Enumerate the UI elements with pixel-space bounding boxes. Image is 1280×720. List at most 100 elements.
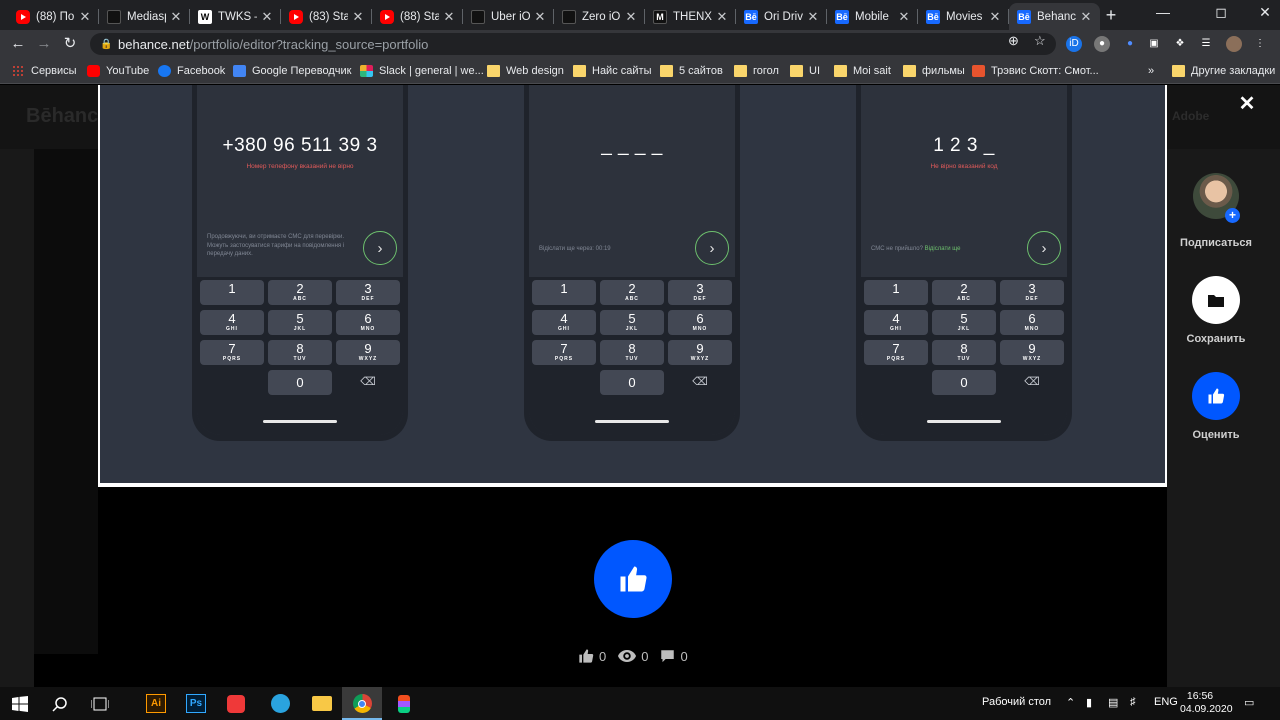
maximize-icon[interactable]: ◻ (1206, 4, 1236, 21)
key-0[interactable]: 0 (600, 370, 664, 395)
resend-link[interactable]: Відіслати ще (925, 246, 961, 252)
key-9[interactable]: 9 WXYZ (336, 340, 400, 365)
task-view-icon[interactable] (80, 687, 120, 720)
tab-5[interactable]: (88) Stay ✕ (372, 3, 463, 30)
key-3[interactable]: 3 DEF (1000, 280, 1064, 305)
close-tab-icon[interactable]: ✕ (989, 9, 1001, 25)
tab-10[interactable]: Bē Mobile ✕ (827, 3, 918, 30)
key-0[interactable]: 0 (932, 370, 996, 395)
key-7[interactable]: 7 PQRS (864, 340, 928, 365)
backspace-icon[interactable]: ⌫ (1000, 370, 1064, 395)
extension-icon-3[interactable]: ▣ (1146, 36, 1162, 52)
extension-icon-2[interactable]: ● (1122, 36, 1138, 52)
key-1[interactable]: 1 (200, 280, 264, 305)
tab-3[interactable]: W TWKS – ✕ (190, 3, 281, 30)
follow-plus-icon[interactable]: + (1225, 208, 1240, 223)
close-tab-icon[interactable]: ✕ (807, 9, 819, 25)
figma-icon[interactable] (384, 687, 424, 720)
globe-extension-icon[interactable]: ● (1094, 36, 1110, 52)
tab-9[interactable]: Bē Ori Drive ✕ (736, 3, 827, 30)
vivaldi-icon[interactable] (216, 687, 256, 720)
profile-avatar[interactable] (1226, 36, 1242, 52)
media-icon[interactable]: ☰ (1198, 36, 1214, 52)
tab-1[interactable]: (88) Пон ✕ (8, 3, 99, 30)
bookmark-1[interactable]: Сервисы (12, 63, 77, 79)
key-9[interactable]: 9 WXYZ (1000, 340, 1064, 365)
appreciate-label[interactable]: Оценить (1170, 429, 1262, 441)
tab-8[interactable]: M THENX ✕ (645, 3, 736, 30)
battery-icon[interactable]: ▮ (1086, 696, 1092, 709)
bookmark-12[interactable]: фильмы (903, 63, 965, 79)
key-1[interactable]: 1 (864, 280, 928, 305)
chevron-up-icon[interactable]: ⌃ (1066, 696, 1075, 709)
telegram-icon[interactable] (260, 687, 300, 720)
close-tab-icon[interactable]: ✕ (1080, 9, 1092, 25)
address-bar[interactable]: 🔒 behance.net/portfolio/editor?tracking_… (90, 33, 1056, 55)
puzzle-icon[interactable]: ❖ (1172, 36, 1188, 52)
key-6[interactable]: 6 MNO (1000, 310, 1064, 335)
save-button[interactable] (1192, 276, 1240, 324)
minimize-icon[interactable]: — (1148, 4, 1178, 20)
key-8[interactable]: 8 TUV (600, 340, 664, 365)
key-6[interactable]: 6 MNO (668, 310, 732, 335)
bookmark-5[interactable]: Slack | general | we... (360, 63, 484, 79)
photoshop-icon[interactable]: Ps (176, 687, 216, 720)
illustrator-icon[interactable]: Ai (136, 687, 176, 720)
key-2[interactable]: 2 ABC (600, 280, 664, 305)
windows-start-icon[interactable] (0, 687, 40, 720)
file-explorer-icon[interactable] (302, 687, 342, 720)
bookmark-8[interactable]: 5 сайтов (660, 63, 723, 79)
key-2[interactable]: 2 ABC (932, 280, 996, 305)
bookmark-7[interactable]: Найс сайты (573, 63, 651, 79)
bookmark-2[interactable]: YouTube (87, 63, 149, 79)
tab-12[interactable]: Bē Behance ✕ (1009, 3, 1100, 30)
tab-11[interactable]: Bē Movies ✕ (918, 3, 1009, 30)
bookmark-13[interactable]: Трэвис Скотт: Смот... (972, 63, 1099, 79)
bookmark-11[interactable]: Moi sait (834, 63, 891, 79)
bookmark-10[interactable]: UI (790, 63, 820, 79)
desktop-label[interactable]: Рабочий стол (982, 696, 1051, 708)
key-3[interactable]: 3 DEF (336, 280, 400, 305)
tab-4[interactable]: (83) Stay ✕ (281, 3, 372, 30)
reload-icon[interactable]: ↻ (60, 34, 80, 54)
tab-7[interactable]: Zero iOS ✕ (554, 3, 645, 30)
bookmarks-more[interactable]: » (1148, 63, 1154, 79)
close-tab-icon[interactable]: ✕ (716, 9, 728, 25)
next-arrow-button[interactable]: › (695, 231, 729, 265)
tab-6[interactable]: Uber iOS ✕ (463, 3, 554, 30)
key-4[interactable]: 4 GHI (864, 310, 928, 335)
menu-icon[interactable]: ⋮ (1252, 36, 1268, 52)
key-1[interactable]: 1 (532, 280, 596, 305)
key-7[interactable]: 7 PQRS (200, 340, 264, 365)
bookmark-star-icon[interactable]: ☆ (1034, 33, 1046, 49)
key-8[interactable]: 8 TUV (932, 340, 996, 365)
search-icon[interactable] (40, 687, 80, 720)
volume-icon[interactable]: ♯ (1130, 696, 1136, 708)
notifications-icon[interactable]: ▭ (1244, 696, 1254, 709)
zoom-icon[interactable]: ⊕ (1008, 33, 1019, 49)
key-5[interactable]: 5 JKL (932, 310, 996, 335)
close-tab-icon[interactable]: ✕ (898, 9, 910, 25)
close-tab-icon[interactable]: ✕ (352, 9, 364, 25)
close-tab-icon[interactable]: ✕ (79, 9, 91, 25)
key-0[interactable]: 0 (268, 370, 332, 395)
backspace-icon[interactable]: ⌫ (668, 370, 732, 395)
bookmark-9[interactable]: гогол (734, 63, 779, 79)
appreciate-button[interactable] (1192, 372, 1240, 420)
forward-arrow-icon[interactable]: → (34, 34, 54, 54)
back-arrow-icon[interactable]: ← (8, 34, 28, 54)
close-icon[interactable]: ✕ (1238, 94, 1256, 114)
key-5[interactable]: 5 JKL (600, 310, 664, 335)
close-tab-icon[interactable]: ✕ (534, 9, 546, 25)
extension-icon[interactable]: iD (1066, 36, 1082, 52)
bookmark-3[interactable]: Facebook (158, 63, 225, 79)
key-7[interactable]: 7 PQRS (532, 340, 596, 365)
appreciate-project-button[interactable] (594, 540, 672, 618)
language-indicator[interactable]: ENG (1154, 696, 1178, 708)
clock[interactable]: 16:56 04.09.2020 (1180, 690, 1233, 716)
close-tab-icon[interactable]: ✕ (625, 9, 637, 25)
bookmark-6[interactable]: Web design (487, 63, 564, 79)
key-3[interactable]: 3 DEF (668, 280, 732, 305)
backspace-icon[interactable]: ⌫ (336, 370, 400, 395)
bookmark-4[interactable]: Google Переводчик (233, 63, 352, 79)
